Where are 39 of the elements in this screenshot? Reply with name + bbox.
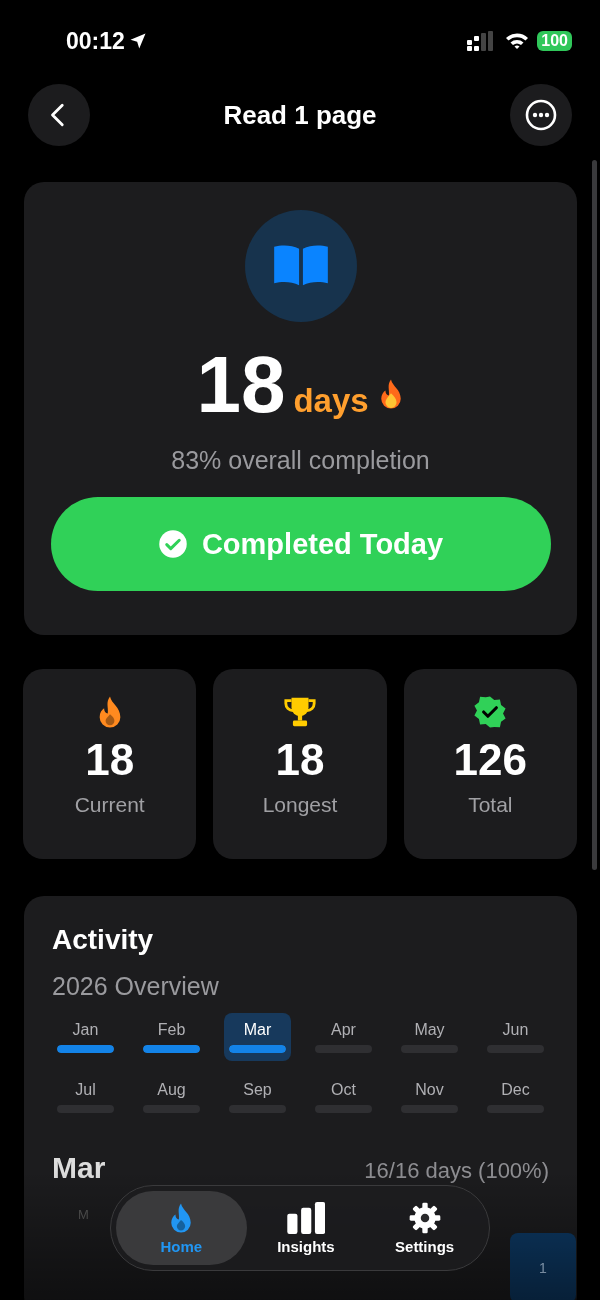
streak-unit: days — [293, 382, 369, 420]
month-tab[interactable]: Sep — [224, 1073, 291, 1121]
completion-text: 83% overall completion — [171, 446, 430, 475]
wifi-icon — [505, 32, 530, 50]
month-tab[interactable]: Apr — [310, 1013, 377, 1061]
bar-chart-icon — [286, 1201, 326, 1234]
month-summary: 16/16 days (100%) — [364, 1158, 549, 1184]
more-icon — [525, 99, 557, 131]
stat-value: 18 — [85, 735, 135, 785]
screen-title: Read 1 page — [223, 99, 377, 131]
tab-item[interactable]: Insights — [246, 1191, 366, 1265]
month-tab[interactable]: Mar — [224, 1013, 291, 1061]
stat-label: Current — [74, 793, 145, 817]
section-title: Activity — [52, 924, 155, 956]
month-tab[interactable]: May — [396, 1013, 463, 1061]
check-badge-icon — [473, 695, 508, 729]
settings-icon — [408, 1201, 441, 1234]
stat-label: Total — [468, 793, 513, 817]
month-tab[interactable]: Jan — [52, 1013, 119, 1061]
battery-level: 100 — [537, 31, 572, 51]
streak-count: 18 — [196, 342, 286, 428]
calendar-day: 1 — [510, 1233, 576, 1300]
trophy-icon — [283, 695, 317, 729]
month-tab[interactable]: Nov — [396, 1073, 463, 1121]
month-tab[interactable]: Oct — [310, 1073, 377, 1121]
stat-value: 126 — [453, 735, 528, 785]
month-tab[interactable]: Dec — [482, 1073, 549, 1121]
month-tab[interactable]: Jul — [52, 1073, 119, 1121]
tab-item[interactable]: Home — [116, 1191, 247, 1265]
section-subtitle: 2026 Overview — [52, 972, 220, 1001]
month-tab[interactable]: Aug — [138, 1073, 205, 1121]
check-circle-icon — [157, 529, 188, 559]
clock-time: 00:12 — [66, 27, 125, 55]
stat-value: 18 — [275, 735, 325, 785]
month-title: Mar — [52, 1151, 106, 1185]
tab-item[interactable]: Settings — [365, 1191, 484, 1265]
stat-label: Longest — [262, 793, 338, 817]
month-tab[interactable]: Jun — [482, 1013, 549, 1061]
month-tab[interactable]: Feb — [138, 1013, 205, 1061]
